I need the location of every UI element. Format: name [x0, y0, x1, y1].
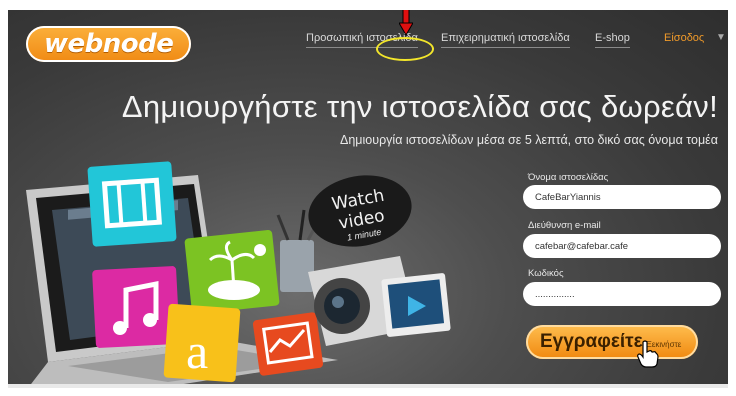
camcorder-icon — [308, 256, 451, 346]
site-name-label: Όνομα ιστοσελίδας — [528, 172, 609, 183]
email-label: Διεύθυνση e-mail — [528, 220, 601, 231]
svg-text:a: a — [186, 323, 208, 379]
nav-login[interactable]: Είσοδος — [664, 32, 704, 47]
top-navigation: webnode Προσωπική ιστοσελίδα Επιχειρηματ… — [8, 10, 728, 62]
site-name-input[interactable] — [523, 185, 721, 209]
chart-tile-icon — [252, 312, 324, 376]
hand-cursor-icon — [637, 340, 659, 368]
nav-eshop[interactable]: E-shop — [595, 32, 630, 48]
page-subheadline: Δημιουργία ιστοσελίδων μέσα σε 5 λεπτά, … — [340, 133, 718, 147]
webnode-logo[interactable]: webnode — [26, 26, 192, 62]
bottom-divider — [8, 384, 728, 388]
annotation-arrow-icon — [399, 10, 413, 36]
webnode-landing-page: a Watch video 1 minute webnode Προσωπική… — [8, 10, 728, 388]
login-dropdown-icon[interactable]: ▼ — [716, 32, 726, 43]
register-button[interactable]: Εγγραφείτε Ξεκινήστε — [526, 325, 698, 359]
video-tile-icon — [87, 161, 177, 247]
password-label: Κωδικός — [528, 268, 564, 279]
nav-business-website[interactable]: Επιχειρηματική ιστοσελίδα — [441, 32, 570, 48]
photo-tile-icon — [184, 230, 280, 314]
text-tile-icon: a — [163, 303, 241, 383]
email-input[interactable] — [523, 234, 721, 258]
register-button-label: Εγγραφείτε — [540, 331, 643, 352]
password-input[interactable] — [523, 282, 721, 306]
annotation-highlight-ellipse — [376, 37, 434, 61]
page-headline: Δημιουργήστε την ιστοσελίδα σας δωρεάν! — [121, 89, 718, 124]
